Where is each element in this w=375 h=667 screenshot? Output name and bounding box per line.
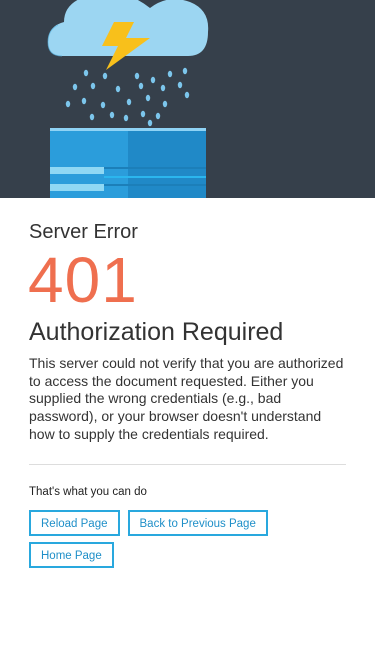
- actions-group: Reload Page Back to Previous Page Home P…: [29, 509, 329, 568]
- error-description: This server could not verify that you ar…: [29, 355, 344, 442]
- back-to-previous-page-button[interactable]: Back to Previous Page: [127, 509, 268, 536]
- error-code: 401: [28, 244, 138, 316]
- actions-heading: That's what you can do: [29, 485, 147, 498]
- home-page-button[interactable]: Home Page: [29, 541, 114, 568]
- error-content: Server Error 401 Authorization Required …: [0, 220, 375, 568]
- rain-drops: [65, 67, 190, 127]
- reload-page-button[interactable]: Reload Page: [29, 509, 120, 536]
- error-heading: Server Error: [29, 221, 138, 243]
- error-title: Authorization Required: [29, 318, 284, 346]
- divider: [29, 463, 346, 465]
- server-box: [50, 128, 206, 198]
- hero-illustration: [0, 0, 375, 198]
